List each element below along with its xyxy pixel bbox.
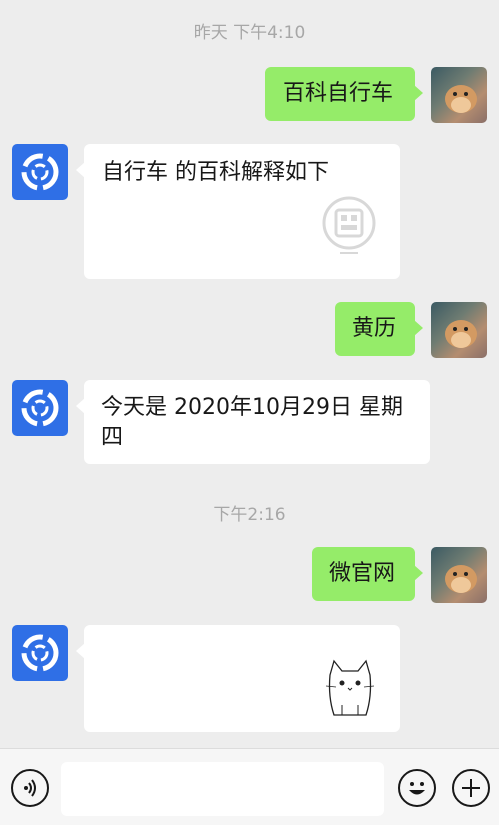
message-text: 百科自行车 [283,81,394,106]
bot-avatar[interactable] [12,380,68,436]
plus-icon [462,779,480,797]
message-text: 黄历 [352,316,397,341]
message-bubble-received[interactable]: 今天是 2020年10月29日 星期四 [76,380,430,464]
user-avatar[interactable] [431,302,487,358]
bot-avatar[interactable] [12,625,68,681]
timestamp: 下午2:16 [213,505,286,525]
bot-logo-icon [21,634,59,672]
bot-logo-icon [21,153,59,191]
message-bubble-sent[interactable]: 微官网 [312,547,423,601]
message-text: 自行车 的百科解释如下 [102,160,329,185]
hamster-photo-icon [445,320,477,348]
more-button[interactable] [452,769,490,807]
timestamp: 昨天 下午4:10 [193,23,306,43]
emoji-icon [409,782,425,795]
emoji-button[interactable] [398,769,436,807]
bot-avatar[interactable] [12,144,68,200]
chat-area[interactable]: 昨天 下午4:10 百科自行车 自行车 的百科解释如下 黄历 今天是 2020年… [0,0,499,748]
voice-button[interactable] [11,769,49,807]
message-bubble-received[interactable]: 自行车 的百科解释如下 [76,144,400,279]
message-bubble-sent[interactable]: 百科自行车 [265,67,423,121]
voice-icon [24,779,36,797]
user-avatar[interactable] [431,547,487,603]
message-bubble-received[interactable] [76,625,400,732]
message-text: 微官网 [329,561,396,586]
hamster-photo-icon [445,85,477,113]
bot-logo-icon [21,389,59,427]
message-text: 今天是 2020年10月29日 星期四 [101,395,403,450]
message-input[interactable] [61,762,384,816]
cat-illustration-icon [325,659,375,716]
encyclopedia-logo-icon [322,196,376,254]
message-bubble-sent[interactable]: 黄历 [335,302,423,356]
input-bar [0,748,499,825]
user-avatar[interactable] [431,67,487,123]
hamster-photo-icon [445,565,477,593]
